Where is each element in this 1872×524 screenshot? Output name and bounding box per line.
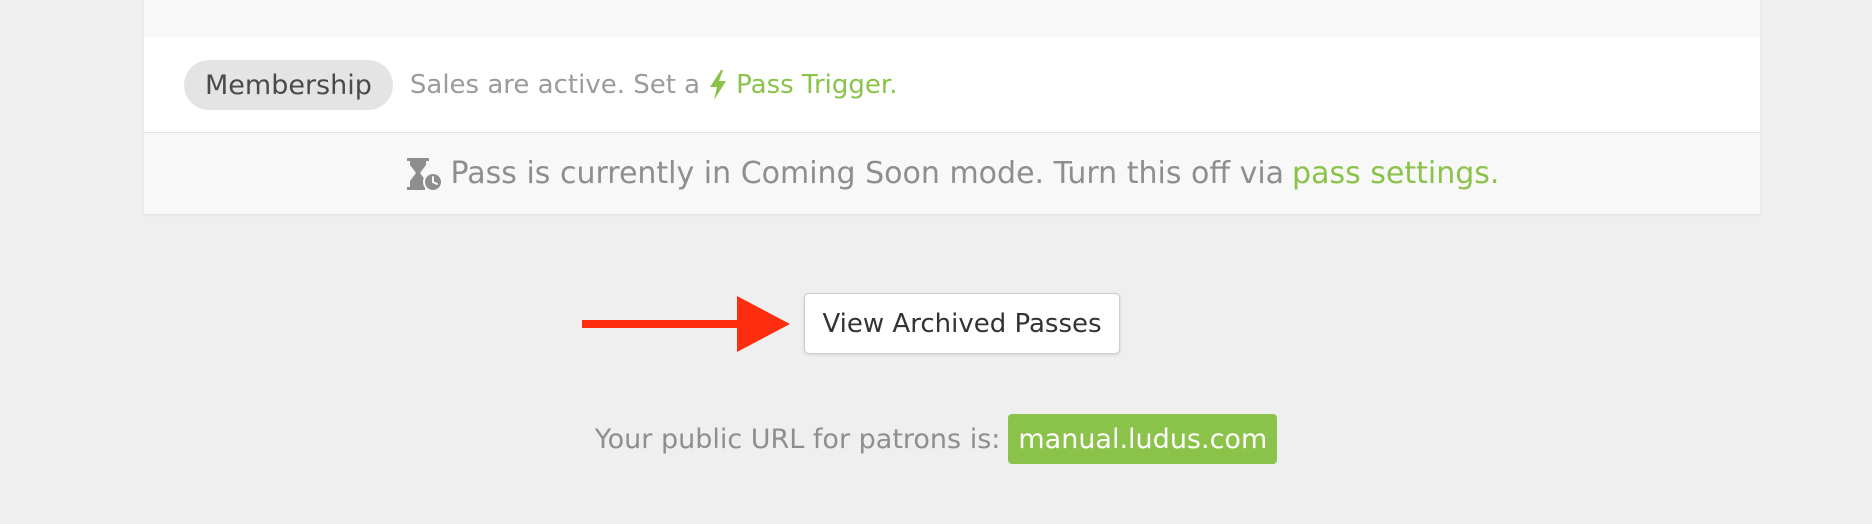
coming-soon-message: Pass is currently in Coming Soon mode. T… — [450, 156, 1285, 191]
membership-row: Membership Sales are active. Set a Pass … — [144, 38, 1760, 133]
pass-trigger-link[interactable]: Pass Trigger. — [708, 70, 897, 100]
pass-trigger-label: Pass Trigger. — [736, 70, 898, 100]
public-url-label: Your public URL for patrons is: — [594, 423, 1001, 455]
card-top-section — [144, 0, 1760, 38]
lightning-bolt-icon — [710, 70, 727, 100]
public-url-link[interactable]: manual.ludus.com — [1008, 414, 1278, 464]
public-url-row: Your public URL for patrons is: manual.l… — [0, 414, 1872, 464]
membership-badge: Membership — [184, 60, 393, 110]
pass-settings-link[interactable]: pass settings. — [1292, 156, 1499, 191]
red-arrow-icon — [582, 296, 790, 352]
sales-status: Sales are active. Set a Pass Trigger. — [409, 70, 897, 100]
view-archived-passes-button[interactable]: View Archived Passes — [804, 293, 1120, 354]
hourglass-clock-icon — [406, 157, 443, 192]
sales-status-text: Sales are active. Set a — [409, 70, 701, 100]
coming-soon-notice: Pass is currently in Coming Soon mode. T… — [144, 133, 1760, 214]
pass-card: Membership Sales are active. Set a Pass … — [144, 0, 1760, 214]
